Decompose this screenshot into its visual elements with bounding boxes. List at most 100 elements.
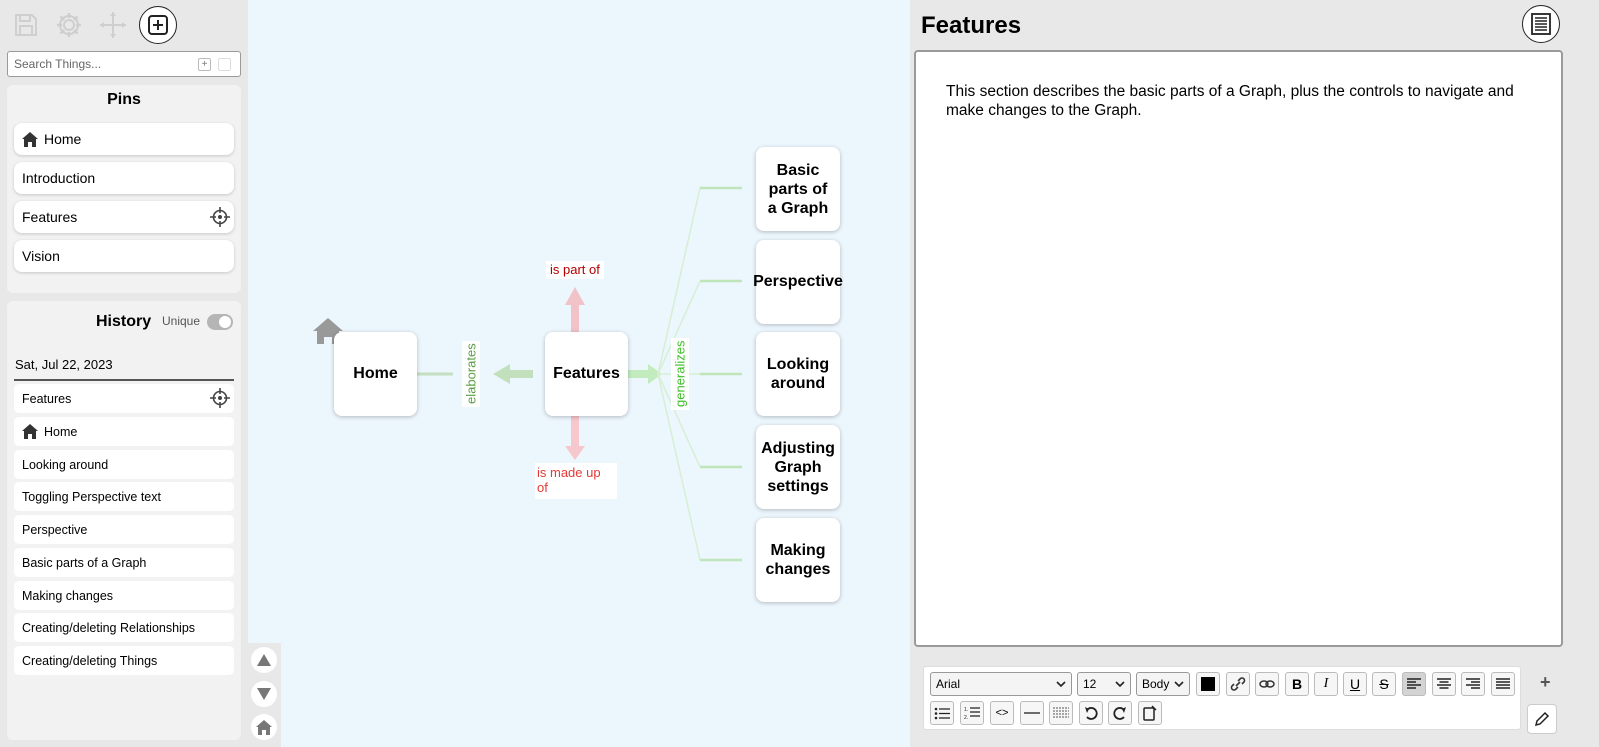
align-left-button[interactable] bbox=[1402, 672, 1426, 696]
unique-toggle[interactable] bbox=[207, 314, 233, 330]
text-color-button[interactable] bbox=[1196, 672, 1220, 696]
save-icon[interactable] bbox=[7, 6, 45, 44]
clear-icon[interactable] bbox=[218, 58, 231, 71]
font-family-value: Arial bbox=[936, 677, 961, 691]
history-item-label: Creating/deleting Things bbox=[22, 653, 158, 668]
redo-icon bbox=[1113, 707, 1126, 720]
strikethrough-button[interactable]: S bbox=[1372, 672, 1396, 696]
clear-format-button[interactable] bbox=[1138, 701, 1162, 725]
plus-square-icon bbox=[148, 15, 168, 35]
history-item[interactable]: Creating/deleting Things bbox=[14, 646, 234, 675]
graph-nav-strip bbox=[248, 643, 281, 747]
history-item[interactable]: Home bbox=[14, 417, 234, 446]
link-button[interactable] bbox=[1226, 672, 1250, 696]
graph-home-button[interactable] bbox=[251, 714, 277, 740]
align-justify-icon bbox=[1496, 678, 1510, 689]
redo-button[interactable] bbox=[1108, 701, 1132, 725]
history-item-label: Features bbox=[22, 391, 72, 406]
history-item[interactable]: Making changes bbox=[14, 581, 234, 610]
italic-button[interactable]: I bbox=[1314, 672, 1338, 696]
relation-generalizes[interactable]: generalizes bbox=[671, 338, 689, 410]
unique-label: Unique bbox=[162, 314, 201, 328]
scroll-down-button[interactable] bbox=[251, 681, 277, 707]
left-sidebar: + Pins Home Introduction Features Vision… bbox=[0, 0, 248, 747]
relation-is-part-of[interactable]: is part of bbox=[546, 261, 604, 279]
horizontal-rule-button[interactable] bbox=[1020, 701, 1044, 725]
pin-item-introduction[interactable]: Introduction bbox=[14, 162, 234, 194]
block-style-value: Body bbox=[1142, 677, 1170, 691]
pin-item-features[interactable]: Features bbox=[14, 201, 234, 233]
chevron-down-icon bbox=[1174, 681, 1184, 688]
editor-body[interactable]: This section describes the basic parts o… bbox=[946, 83, 1546, 120]
arrow-is-made-up-of bbox=[565, 416, 585, 460]
detail-panel: Features This section describes the basi… bbox=[910, 0, 1599, 747]
bold-button[interactable]: B bbox=[1285, 672, 1309, 696]
pins-panel: Pins Home Introduction Features Vision bbox=[7, 85, 241, 293]
target-icon[interactable] bbox=[210, 388, 230, 411]
triangle-up-icon bbox=[257, 654, 271, 666]
node-home[interactable]: Home bbox=[334, 332, 417, 416]
document-view-button[interactable] bbox=[1522, 5, 1560, 43]
page-break-button[interactable] bbox=[1049, 701, 1073, 725]
relation-elaborates[interactable]: elaborates bbox=[462, 341, 480, 407]
node-child[interactable]: Perspective bbox=[753, 240, 843, 324]
node-child[interactable]: Making changes bbox=[756, 518, 840, 602]
font-size-select[interactable]: 12 bbox=[1077, 672, 1131, 696]
undo-button[interactable] bbox=[1079, 701, 1103, 725]
history-item[interactable]: Perspective bbox=[14, 515, 234, 544]
node-features[interactable]: Features bbox=[545, 332, 628, 416]
home-icon bbox=[22, 424, 38, 439]
pin-item-vision[interactable]: Vision bbox=[14, 240, 234, 272]
bullet-list-icon bbox=[934, 707, 950, 719]
unlink-button[interactable] bbox=[1255, 672, 1279, 696]
divider bbox=[14, 379, 234, 381]
edit-button[interactable] bbox=[1527, 704, 1557, 734]
home-icon bbox=[22, 131, 38, 147]
search-box: + bbox=[7, 51, 241, 77]
node-child[interactable]: Basic parts of a Graph bbox=[756, 147, 840, 231]
underline-button[interactable]: U bbox=[1343, 672, 1367, 696]
add-icon[interactable]: + bbox=[1540, 672, 1551, 693]
relation-is-made-up-of[interactable]: is made up of bbox=[535, 463, 617, 499]
history-item[interactable]: Looking around bbox=[14, 450, 234, 479]
history-item-label: Looking around bbox=[22, 457, 109, 472]
move-icon[interactable] bbox=[94, 6, 132, 44]
search-input[interactable] bbox=[8, 52, 188, 76]
align-right-button[interactable] bbox=[1461, 672, 1485, 696]
numbered-list-button[interactable]: 1. 2. bbox=[960, 701, 984, 725]
history-item-label: Perspective bbox=[22, 522, 88, 537]
history-date: Sat, Jul 22, 2023 bbox=[15, 357, 113, 372]
target-icon[interactable] bbox=[210, 207, 230, 230]
bullet-list-button[interactable] bbox=[930, 701, 954, 725]
text-editor[interactable]: This section describes the basic parts o… bbox=[914, 50, 1563, 647]
history-item[interactable]: Features bbox=[14, 384, 234, 413]
align-center-button[interactable] bbox=[1432, 672, 1456, 696]
node-child[interactable]: Looking around bbox=[756, 332, 840, 416]
pin-label: Vision bbox=[22, 248, 60, 264]
page-break-icon bbox=[1053, 707, 1069, 717]
code-button[interactable]: <> bbox=[990, 701, 1014, 725]
history-item-label: Basic parts of a Graph bbox=[22, 555, 147, 570]
pin-item-home[interactable]: Home bbox=[14, 123, 234, 155]
align-justify-button[interactable] bbox=[1491, 672, 1515, 696]
pin-label: Features bbox=[22, 209, 78, 225]
font-family-select[interactable]: Arial bbox=[930, 672, 1072, 696]
font-size-value: 12 bbox=[1083, 677, 1097, 691]
block-style-select[interactable]: Body bbox=[1136, 672, 1190, 696]
align-center-icon bbox=[1437, 678, 1451, 689]
history-item[interactable]: Toggling Perspective text bbox=[14, 482, 234, 511]
chevron-down-icon bbox=[1115, 681, 1125, 688]
align-left-icon bbox=[1407, 678, 1421, 689]
scroll-up-button[interactable] bbox=[251, 647, 277, 673]
gear-icon[interactable] bbox=[50, 6, 88, 44]
history-item[interactable]: Creating/deleting Relationships bbox=[14, 613, 234, 642]
editor-toolbar: Arial 12 Body B I U S 1. 2. <> bbox=[923, 666, 1521, 730]
horizontal-rule-icon bbox=[1024, 712, 1040, 714]
add-thing-button[interactable] bbox=[139, 6, 177, 44]
history-item[interactable]: Basic parts of a Graph bbox=[14, 548, 234, 577]
clipboard-icon bbox=[1143, 705, 1157, 721]
graph-canvas[interactable]: elaborates generalizes is part of is mad… bbox=[248, 0, 910, 747]
add-icon[interactable]: + bbox=[198, 58, 211, 71]
node-child[interactable]: Adjusting Graph settings bbox=[756, 425, 840, 509]
color-swatch bbox=[1201, 677, 1215, 691]
